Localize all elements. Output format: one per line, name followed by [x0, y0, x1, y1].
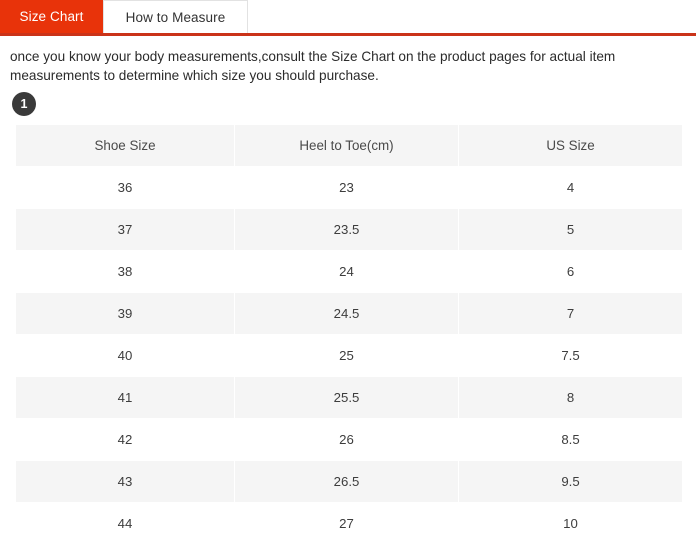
step-badge-row: 1	[0, 85, 696, 116]
cell-shoe-size: 43	[16, 461, 234, 502]
cell-shoe-size: 44	[16, 503, 234, 544]
cell-shoe-size: 42	[16, 419, 234, 460]
cell-heel-to-toe: 24.5	[235, 293, 458, 334]
cell-us-size: 8.5	[459, 419, 682, 460]
tab-size-chart[interactable]: Size Chart	[0, 0, 103, 33]
cell-shoe-size: 38	[16, 251, 234, 292]
tab-list: Size Chart How to Measure	[0, 0, 696, 33]
cell-us-size: 7.5	[459, 335, 682, 376]
cell-heel-to-toe: 26	[235, 419, 458, 460]
table-row: 38 24 6	[16, 251, 682, 292]
table-row: 40 25 7.5	[16, 335, 682, 376]
cell-shoe-size: 40	[16, 335, 234, 376]
cell-us-size: 10	[459, 503, 682, 544]
table-row: 39 24.5 7	[16, 293, 682, 334]
tab-underline	[0, 33, 696, 36]
cell-us-size: 6	[459, 251, 682, 292]
size-table-head: Shoe Size Heel to Toe(cm) US Size	[16, 125, 682, 166]
tab-bar: Size Chart How to Measure	[0, 0, 696, 36]
cell-us-size: 7	[459, 293, 682, 334]
cell-us-size: 8	[459, 377, 682, 418]
cell-shoe-size: 41	[16, 377, 234, 418]
table-row: 44 27 10	[16, 503, 682, 544]
cell-us-size: 5	[459, 209, 682, 250]
cell-shoe-size: 37	[16, 209, 234, 250]
size-table: Shoe Size Heel to Toe(cm) US Size 36 23 4 3…	[15, 124, 683, 545]
cell-heel-to-toe: 25.5	[235, 377, 458, 418]
cell-heel-to-toe: 27	[235, 503, 458, 544]
table-row: 36 23 4	[16, 167, 682, 208]
intro-paragraph: once you know your body measurements,con…	[10, 49, 616, 83]
size-table-container: Shoe Size Heel to Toe(cm) US Size 36 23 4 3…	[15, 124, 683, 545]
cell-heel-to-toe: 25	[235, 335, 458, 376]
cell-heel-to-toe: 23.5	[235, 209, 458, 250]
cell-shoe-size: 39	[16, 293, 234, 334]
column-header-shoe-size: Shoe Size	[16, 125, 234, 166]
table-row: 43 26.5 9.5	[16, 461, 682, 502]
cell-shoe-size: 36	[16, 167, 234, 208]
table-header-row: Shoe Size Heel to Toe(cm) US Size	[16, 125, 682, 166]
tab-how-to-measure[interactable]: How to Measure	[103, 0, 248, 33]
column-header-heel-to-toe: Heel to Toe(cm)	[235, 125, 458, 166]
table-row: 42 26 8.5	[16, 419, 682, 460]
table-row: 37 23.5 5	[16, 209, 682, 250]
cell-heel-to-toe: 24	[235, 251, 458, 292]
cell-heel-to-toe: 26.5	[235, 461, 458, 502]
size-table-body: 36 23 4 37 23.5 5 38 24 6 39 24.5 7 40 25 7.5 41 25.5 8 42…	[16, 167, 682, 544]
column-header-us-size: US Size	[459, 125, 682, 166]
step-badge-1: 1	[12, 92, 36, 116]
table-row: 41 25.5 8	[16, 377, 682, 418]
cell-us-size: 9.5	[459, 461, 682, 502]
cell-us-size: 4	[459, 167, 682, 208]
cell-heel-to-toe: 23	[235, 167, 458, 208]
